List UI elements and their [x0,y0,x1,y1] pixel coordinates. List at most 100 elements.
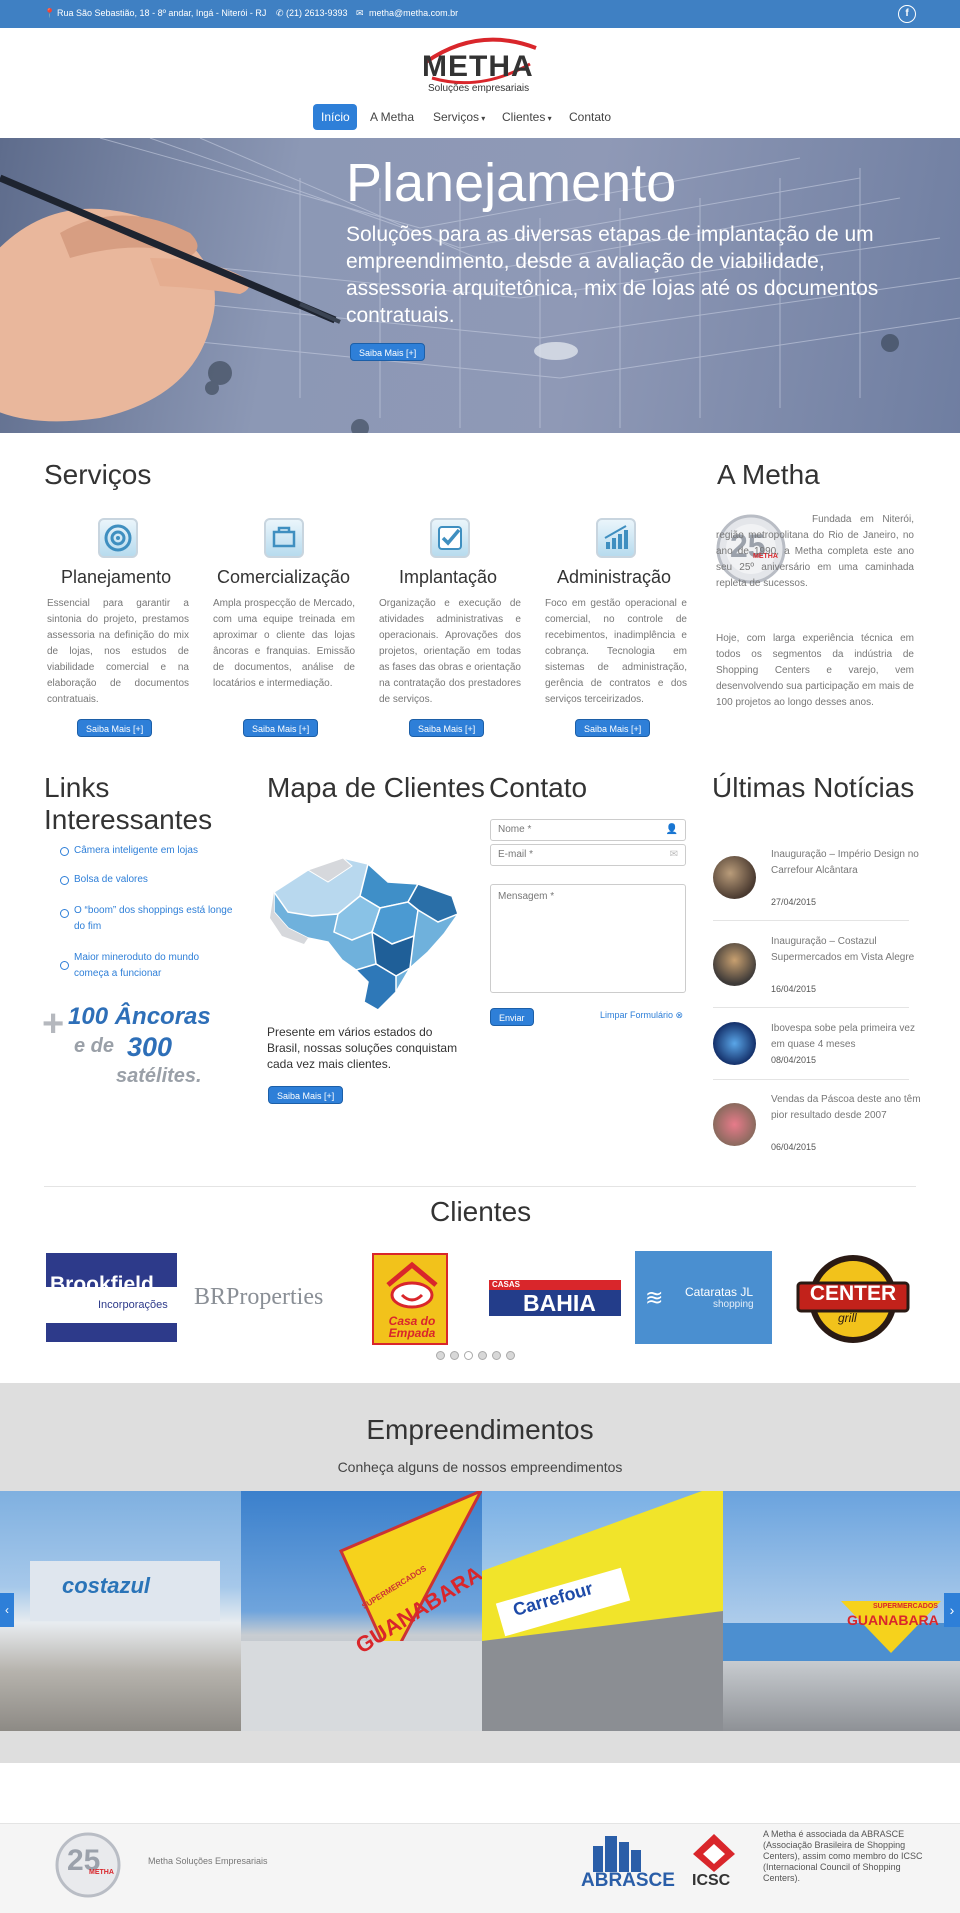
nav-inicio[interactable]: Início [313,104,357,130]
about-paragraph-2: Hoje, com larga experiência técnica em t… [716,633,914,708]
pager-dot[interactable] [492,1351,501,1360]
message-field[interactable]: Mensagem * [490,884,686,993]
icsc-label: ICSC [692,1872,731,1889]
promo-plus: + [42,1003,65,1045]
services-title: Serviços [44,459,152,490]
client-logo-brookfield[interactable]: Brookfield Incorporações [46,1253,177,1342]
service-title-planejamento: Planejamento [61,567,172,587]
service-saiba-mais-button[interactable]: Saiba Mais [+] [409,719,485,737]
nav-servicos-label: Serviços [433,110,480,124]
pager-dot[interactable] [506,1351,515,1360]
hero-saiba-mais-button[interactable]: Saiba Mais [+] [350,343,426,361]
pager-dot[interactable] [450,1351,459,1360]
name-field[interactable]: Nome * 👤 [490,819,686,841]
projects-title: Empreendimentos [366,1414,594,1445]
link-item[interactable]: Câmera inteligente em lojas [74,843,234,859]
client-logo-cataratas[interactable]: ≋ Cataratas JL shopping [635,1251,772,1344]
project-photo-guanabara[interactable]: SUPERMERCADOS GUANABARA [241,1491,482,1731]
link-item[interactable]: Bolsa de valores [74,872,234,888]
divider [713,920,909,921]
service-saiba-mais-button[interactable]: Saiba Mais [+] [77,719,153,737]
news-item-date: 16/04/2015 [771,984,817,994]
news-item-title[interactable]: Ibovespa sobe pela primeira vez em quase… [771,1021,921,1053]
abrasce-logo[interactable]: ABRASCE [579,1832,675,1894]
nav-clientes[interactable]: Clientes ▾ [494,104,560,130]
project-photo-carrefour[interactable]: Carrefour [482,1491,723,1731]
send-button[interactable]: Enviar [490,1008,534,1026]
chevron-right-icon [60,909,69,918]
logo-wordmark: METHA [422,50,534,83]
chevron-down-icon: ▾ [545,114,552,123]
news-item-title[interactable]: Vendas da Páscoa deste ano têm pior resu… [771,1092,921,1124]
client-subname: grill [838,1311,857,1325]
top-bar: 📍 Rua São Sebastião, 18 - 8º andar, Ingá… [0,0,960,28]
email-placeholder: E-mail * [498,849,534,860]
client-logo-brproperties[interactable]: BRProperties [192,1280,332,1320]
section-divider [44,1186,916,1187]
news-item-title[interactable]: Inauguração – Império Design no Carrefou… [771,847,921,879]
clients-title: Clientes [430,1196,532,1227]
service-text: Essencial para garantir a sintonia do pr… [47,598,189,705]
chevron-left-icon[interactable]: ‹ [0,1593,14,1627]
news-thumbnail[interactable] [713,943,756,986]
pager-dot[interactable] [436,1351,445,1360]
pager-dot[interactable] [478,1351,487,1360]
phone-icon: ✆ [276,8,284,18]
logo-tagline: Soluções empresariais [428,83,530,94]
wave-icon: ≋ [645,1285,664,1310]
abrasce-label: ABRASCE [581,1870,675,1891]
nav-servicos[interactable]: Serviços ▾ [425,104,493,130]
clear-form-label: Limpar Formulário [600,1010,674,1020]
service-saiba-mais-button[interactable]: Saiba Mais [+] [575,719,651,737]
chevron-right-icon [60,961,69,970]
project-photo-guanabara-2[interactable]: SUPERMERCADOS GUANABARA [723,1491,960,1731]
hero-text: Soluções para as diversas etapas de impl… [346,223,879,327]
service-text: Organização e execução de atividades adm… [379,598,521,705]
brazil-map[interactable] [268,852,464,1014]
news-title: Últimas Notícias [712,772,915,803]
map-title: Mapa de Clientes [267,772,485,803]
target-icon [98,518,138,558]
hero-title: Planejamento [346,153,677,213]
news-thumbnail[interactable] [713,1103,756,1146]
service-text: Ampla prospecção de Mercado, com uma equ… [213,598,355,689]
client-name: Cataratas JL [685,1285,754,1299]
email-link[interactable]: metha@metha.com.br [369,8,458,18]
client-logo-center-grill[interactable]: CENTER grill [794,1251,912,1346]
clear-form-link[interactable]: Limpar Formulário ⊗ [600,1010,683,1021]
phone-text: (21) 2613-9393 [286,8,348,18]
nav-a-metha[interactable]: A Metha [362,104,422,130]
news-thumbnail[interactable] [713,1022,756,1065]
link-item[interactable]: O “boom” dos shoppings está longe do fim [74,903,234,935]
chevron-right-icon[interactable]: › [944,1593,960,1627]
map-saiba-mais-button[interactable]: Saiba Mais [+] [268,1086,344,1104]
projects-subtitle: Conheça alguns de nossos empreendimentos [337,1459,623,1475]
news-item-title[interactable]: Inauguração – Costazul Supermercados em … [771,934,921,966]
news-thumbnail[interactable] [713,856,756,899]
chevron-down-icon: ▾ [479,114,486,123]
client-logo-casa-do-empada[interactable]: Casa do Empada [372,1253,448,1345]
news-item-date: 08/04/2015 [771,1055,817,1065]
link-item[interactable]: Maior mineroduto do mundo começa a funci… [74,950,234,982]
metha-logo[interactable]: METHA Soluções empresariais [418,34,542,98]
client-name: Brookfield [50,1273,154,1296]
promo-line-1: 100 Âncoras [68,1003,211,1030]
user-icon: 👤 [665,824,678,835]
client-subname: shopping [713,1299,754,1310]
client-logo-casas-bahia[interactable]: CASAS BAHIA [489,1280,621,1318]
anchors-promo: + 100 Âncoras e de 300 satélites. [42,1001,222,1097]
icsc-logo[interactable]: ICSC [691,1832,737,1894]
facebook-icon[interactable]: f [898,5,916,23]
news-item-date: 27/04/2015 [771,897,817,907]
email-field[interactable]: E-mail * ✉ [490,844,686,866]
promo-line-3: satélites. [116,1065,202,1087]
pager-dot[interactable] [464,1351,473,1360]
chevron-right-icon [60,876,69,885]
nav-contato[interactable]: Contato [561,104,619,130]
service-saiba-mais-button[interactable]: Saiba Mais [+] [243,719,319,737]
badge-brand: METHA [89,1869,114,1876]
service-title-comercializacao: Comercialização [217,567,351,587]
service-text: Foco em gestão operacional e comercial, … [545,598,687,705]
project-photo-costazul[interactable]: costazul [0,1491,241,1731]
service-title-implantacao: Implantação [399,567,498,587]
